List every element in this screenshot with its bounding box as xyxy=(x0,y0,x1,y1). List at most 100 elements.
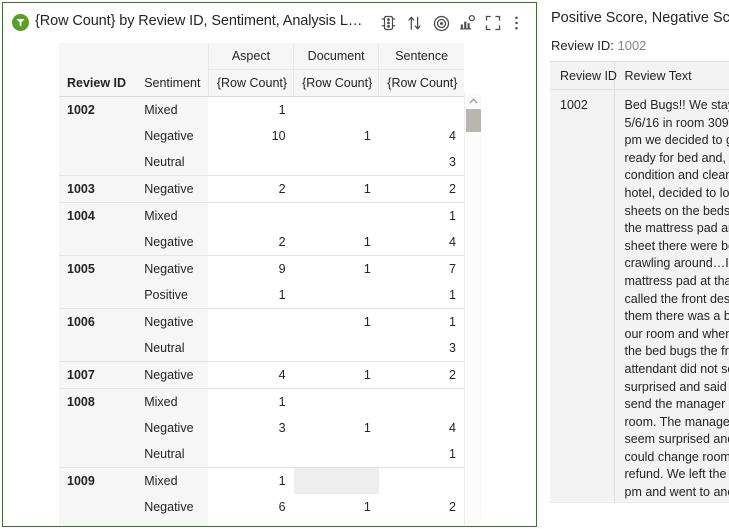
group-header-aspect[interactable]: Aspect xyxy=(208,43,293,70)
matrix-cell-sentence-count[interactable]: 1 xyxy=(379,282,464,309)
matrix-row[interactable]: 1002Mixed1 xyxy=(59,97,464,124)
matrix-cell-sentence-count[interactable]: 1 xyxy=(379,203,464,230)
matrix-cell-document-count[interactable] xyxy=(294,441,379,468)
matrix-cell-sentence-count[interactable]: 2 xyxy=(379,176,464,203)
matrix-cell-document-count[interactable]: 1 xyxy=(294,494,379,520)
matrix-cell-aspect-count[interactable] xyxy=(208,149,293,176)
matrix-cell-sentiment[interactable]: Negative xyxy=(136,415,208,441)
matrix-row[interactable]: 1009Mixed1 xyxy=(59,468,464,495)
matrix-cell-sentence-count[interactable]: 7 xyxy=(379,256,464,283)
matrix-cell-aspect-count[interactable] xyxy=(208,335,293,362)
matrix-cell-review-id[interactable]: 1002 xyxy=(59,97,136,124)
matrix-cell-sentence-count[interactable]: 3 xyxy=(379,335,464,362)
matrix-cell-sentence-count[interactable] xyxy=(379,389,464,416)
matrix-cell-review-id[interactable] xyxy=(59,335,136,362)
matrix-row[interactable]: 1004Mixed1 xyxy=(59,203,464,230)
matrix-cell-review-id[interactable] xyxy=(59,149,136,176)
scrollbar-thumb[interactable] xyxy=(466,109,481,132)
matrix-cell-sentence-count[interactable]: 2 xyxy=(379,494,464,520)
matrix-cell-sentence-count[interactable]: 1 xyxy=(379,441,464,468)
traffic-light-icon[interactable] xyxy=(379,14,397,32)
matrix-cell-aspect-count[interactable]: 2 xyxy=(208,520,293,527)
matrix-cell-sentiment[interactable]: Mixed xyxy=(136,203,208,230)
matrix-cell-sentence-count[interactable]: 2 xyxy=(379,362,464,389)
matrix-row[interactable]: 1006Negative 11 xyxy=(59,309,464,336)
matrix-cell-review-id[interactable] xyxy=(59,229,136,256)
reviews-table-row[interactable]: 1002Bed Bugs!! We stayed here on 5/6/16 … xyxy=(550,90,729,503)
matrix-cell-document-count[interactable] xyxy=(294,97,379,124)
matrix-cell-sentence-count[interactable] xyxy=(379,97,464,124)
matrix-cell-aspect-count[interactable]: 1 xyxy=(208,282,293,309)
matrix-table-container[interactable]: Aspect Document Sentence Review ID Senti… xyxy=(59,43,481,527)
matrix-cell-sentiment[interactable]: Mixed xyxy=(136,468,208,495)
matrix-cell-document-count[interactable] xyxy=(294,468,379,495)
matrix-cell-document-count[interactable] xyxy=(294,335,379,362)
matrix-cell-sentence-count[interactable]: 4 xyxy=(379,123,464,149)
matrix-cell-sentence-count[interactable]: 4 xyxy=(379,229,464,256)
matrix-cell-sentiment[interactable]: Negative xyxy=(136,494,208,520)
matrix-cell-review-id[interactable]: 1006 xyxy=(59,309,136,336)
matrix-cell-document-count[interactable]: 1 xyxy=(294,415,379,441)
column-header-aspect-rowcount[interactable]: {Row Count} xyxy=(208,70,293,97)
more-options-icon[interactable] xyxy=(511,14,521,32)
matrix-cell-document-count[interactable] xyxy=(294,520,379,527)
reviews-table-container[interactable]: Review ID Review Text 1002Bed Bugs!! We … xyxy=(550,61,729,503)
matrix-cell-sentiment[interactable]: Negative xyxy=(136,229,208,256)
matrix-cell-sentiment[interactable]: Negative xyxy=(136,256,208,283)
matrix-cell-sentiment[interactable]: Neutral xyxy=(136,149,208,176)
matrix-row[interactable]: 1008Mixed1 xyxy=(59,389,464,416)
drill-chart-icon[interactable] xyxy=(458,14,476,32)
matrix-cell-aspect-count[interactable]: 6 xyxy=(208,494,293,520)
matrix-row[interactable]: 1007Negative412 xyxy=(59,362,464,389)
reviews-cell-review-text[interactable]: Bed Bugs!! We stayed here on 5/6/16 in r… xyxy=(614,90,729,503)
column-header-sentiment[interactable]: Sentiment xyxy=(136,70,208,97)
matrix-cell-document-count[interactable]: 1 xyxy=(294,256,379,283)
matrix-cell-sentence-count[interactable]: 2 xyxy=(379,520,464,527)
matrix-cell-review-id[interactable] xyxy=(59,123,136,149)
matrix-cell-aspect-count[interactable]: 1 xyxy=(208,389,293,416)
matrix-cell-review-id[interactable]: 1005 xyxy=(59,256,136,283)
matrix-cell-sentence-count[interactable] xyxy=(379,468,464,495)
matrix-cell-sentiment[interactable]: Positive xyxy=(136,282,208,309)
matrix-cell-review-id[interactable] xyxy=(59,494,136,520)
reviews-column-header-review-text[interactable]: Review Text xyxy=(614,62,729,90)
matrix-cell-sentiment[interactable]: Mixed xyxy=(136,97,208,124)
column-header-sentence-rowcount[interactable]: {Row Count} xyxy=(379,70,464,97)
reviews-column-header-review-id[interactable]: Review ID xyxy=(550,62,614,90)
matrix-cell-aspect-count[interactable]: 2 xyxy=(208,229,293,256)
matrix-cell-document-count[interactable]: 1 xyxy=(294,176,379,203)
matrix-cell-document-count[interactable]: 1 xyxy=(294,309,379,336)
matrix-cell-review-id[interactable]: 1009 xyxy=(59,468,136,495)
matrix-cell-sentiment[interactable]: Positive xyxy=(136,520,208,527)
matrix-cell-review-id[interactable] xyxy=(59,282,136,309)
fullscreen-icon[interactable] xyxy=(484,14,502,32)
matrix-row[interactable]: Positive22 xyxy=(59,520,464,527)
matrix-cell-review-id[interactable]: 1008 xyxy=(59,389,136,416)
matrix-vertical-scrollbar[interactable] xyxy=(464,93,481,527)
matrix-cell-sentiment[interactable]: Negative xyxy=(136,123,208,149)
column-header-document-rowcount[interactable]: {Row Count} xyxy=(294,70,379,97)
matrix-row[interactable]: Negative214 xyxy=(59,229,464,256)
matrix-row[interactable]: Neutral3 xyxy=(59,335,464,362)
matrix-cell-sentiment[interactable]: Neutral xyxy=(136,441,208,468)
column-header-review-id[interactable]: Review ID xyxy=(59,70,136,97)
matrix-row[interactable]: Positive11 xyxy=(59,282,464,309)
matrix-cell-document-count[interactable]: 1 xyxy=(294,229,379,256)
matrix-cell-aspect-count[interactable]: 2 xyxy=(208,176,293,203)
sort-arrows-icon[interactable] xyxy=(405,14,423,32)
matrix-row[interactable]: 1005Negative917 xyxy=(59,256,464,283)
matrix-cell-review-id[interactable] xyxy=(59,441,136,468)
matrix-cell-aspect-count[interactable]: 3 xyxy=(208,415,293,441)
matrix-cell-review-id[interactable]: 1003 xyxy=(59,176,136,203)
matrix-cell-document-count[interactable] xyxy=(294,149,379,176)
matrix-row[interactable]: 1003Negative212 xyxy=(59,176,464,203)
matrix-cell-sentiment[interactable]: Mixed xyxy=(136,389,208,416)
matrix-cell-sentiment[interactable]: Negative xyxy=(136,309,208,336)
matrix-cell-aspect-count[interactable]: 1 xyxy=(208,97,293,124)
matrix-row[interactable]: Negative1014 xyxy=(59,123,464,149)
matrix-cell-document-count[interactable] xyxy=(294,203,379,230)
group-header-document[interactable]: Document xyxy=(294,43,379,70)
matrix-cell-sentence-count[interactable]: 1 xyxy=(379,309,464,336)
matrix-row[interactable]: Negative314 xyxy=(59,415,464,441)
matrix-cell-document-count[interactable] xyxy=(294,282,379,309)
